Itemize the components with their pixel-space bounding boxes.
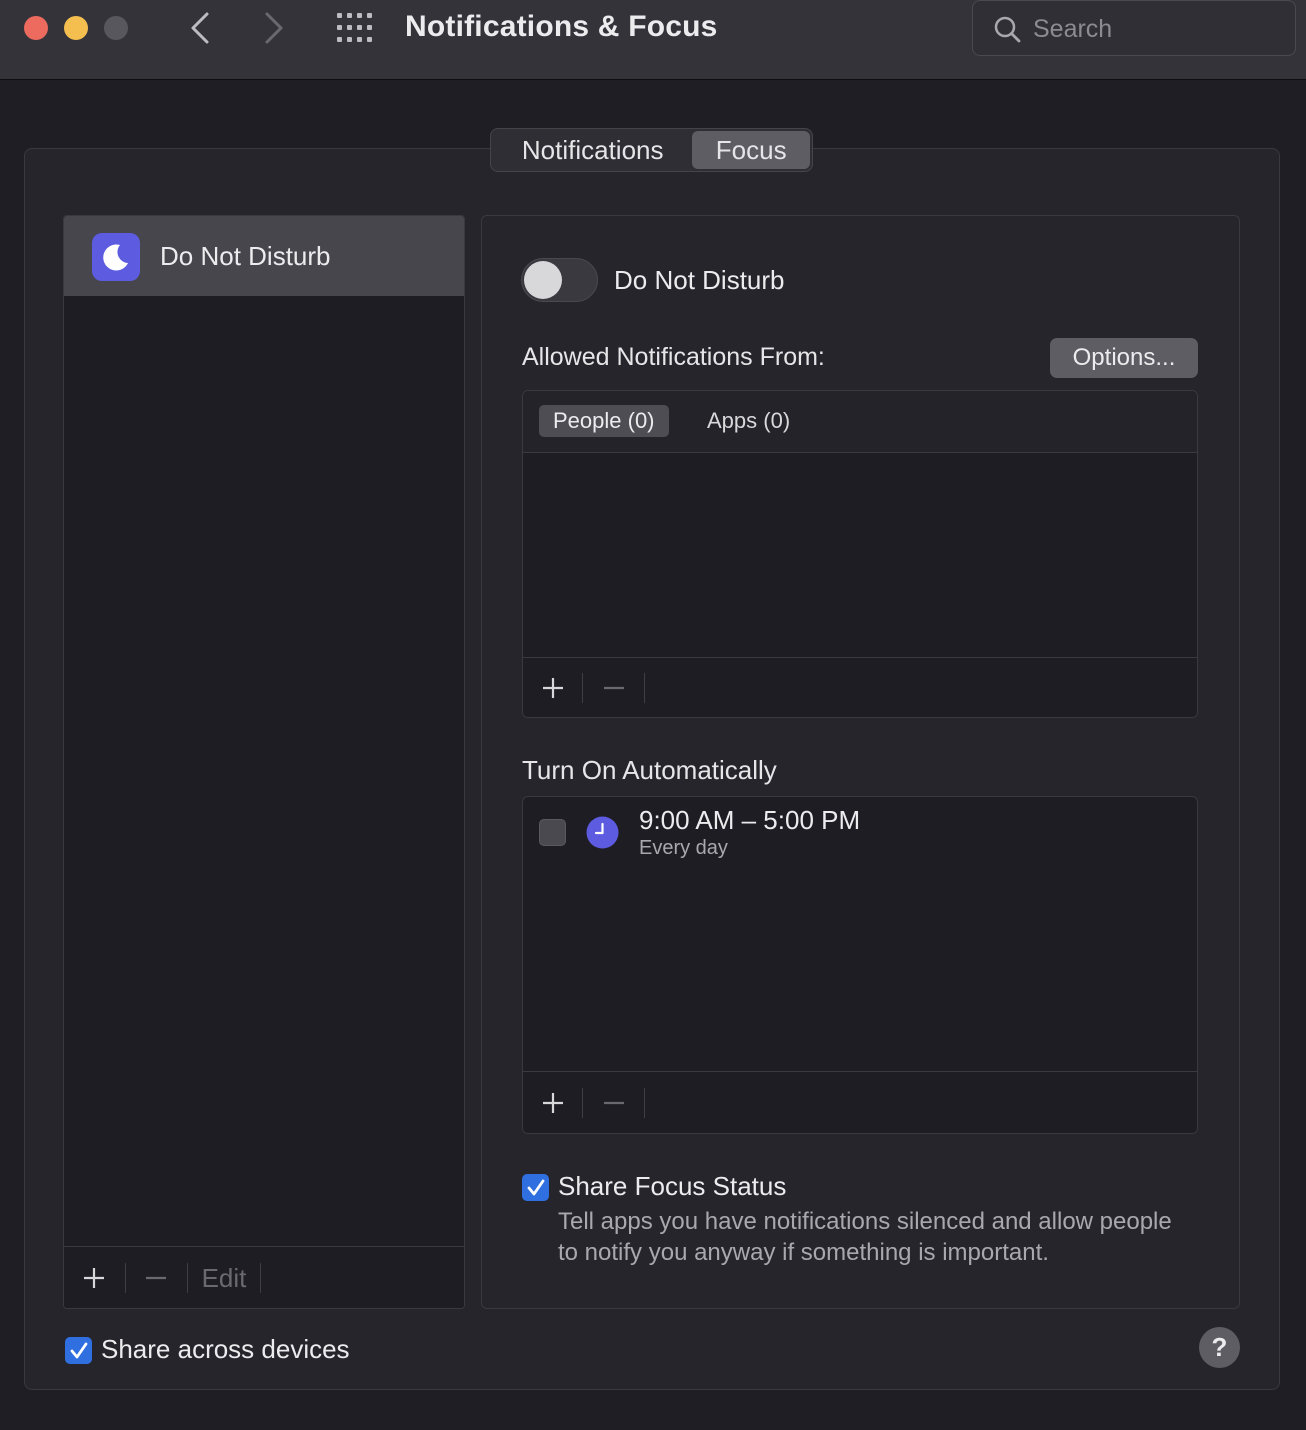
- add-focus-button[interactable]: [80, 1261, 108, 1295]
- toggle-knob: [524, 261, 562, 299]
- options-button[interactable]: Options...: [1050, 338, 1198, 378]
- allowed-list-footer: [523, 657, 1197, 717]
- show-all-preferences-button[interactable]: [336, 12, 376, 44]
- plus-icon: [543, 1093, 563, 1113]
- schedule-time: 9:00 AM – 5:00 PM: [639, 805, 861, 835]
- minus-icon: [146, 1276, 166, 1280]
- remove-allowed-button[interactable]: [600, 671, 628, 705]
- divider: [260, 1263, 261, 1293]
- search-icon: [994, 16, 1021, 43]
- minus-icon: [604, 1101, 624, 1105]
- close-window-button[interactable]: [24, 16, 48, 40]
- allowed-notifications-list: People (0) Apps (0): [522, 390, 1198, 718]
- tab-people[interactable]: People (0): [539, 405, 669, 437]
- edit-focus-button[interactable]: Edit: [200, 1261, 248, 1295]
- checkmark-icon: [70, 1342, 87, 1358]
- share-across-devices-checkbox[interactable]: [65, 1337, 92, 1364]
- schedule-repeat: Every day: [639, 837, 728, 859]
- share-focus-status-label: Share Focus Status: [558, 1171, 787, 1201]
- checkmark-icon: [527, 1179, 544, 1195]
- divider: [582, 673, 583, 703]
- help-button[interactable]: ?: [1199, 1327, 1240, 1368]
- toggle-label: Do Not Disturb: [614, 265, 785, 295]
- tab-apps[interactable]: Apps (0): [693, 405, 804, 437]
- remove-focus-button[interactable]: [142, 1261, 170, 1295]
- grid-icon: [337, 13, 372, 42]
- automation-list: 9:00 AM – 5:00 PM Every day: [522, 796, 1198, 1134]
- share-across-devices-label: Share across devices: [101, 1334, 350, 1364]
- do-not-disturb-toggle[interactable]: [521, 258, 598, 302]
- search-input[interactable]: [1033, 11, 1283, 47]
- add-automation-button[interactable]: [539, 1086, 567, 1120]
- title-bar: Notifications & Focus: [0, 0, 1306, 80]
- plus-icon: [543, 678, 563, 698]
- schedule-checkbox[interactable]: [539, 819, 566, 846]
- share-focus-status-checkbox[interactable]: [522, 1174, 549, 1201]
- chevron-left-icon: [191, 12, 209, 44]
- search-field[interactable]: [972, 0, 1296, 56]
- window-title: Notifications & Focus: [405, 10, 718, 43]
- allowed-notifications-label: Allowed Notifications From:: [522, 343, 825, 371]
- sidebar-footer: Edit: [64, 1246, 464, 1308]
- turn-on-automatically-label: Turn On Automatically: [522, 755, 777, 785]
- forward-button[interactable]: [256, 10, 292, 46]
- clock-icon: [586, 816, 619, 849]
- focus-list: Do Not Disturb Edit: [63, 215, 465, 1309]
- tab-bar: Notifications Focus: [490, 128, 813, 172]
- chevron-right-icon: [265, 12, 283, 44]
- allowed-tabs: People (0) Apps (0): [523, 391, 1197, 453]
- divider: [644, 1088, 645, 1118]
- tab-focus[interactable]: Focus: [692, 131, 810, 169]
- divider: [125, 1263, 126, 1293]
- add-allowed-button[interactable]: [539, 671, 567, 705]
- minus-icon: [604, 686, 624, 690]
- divider: [644, 673, 645, 703]
- tab-notifications[interactable]: Notifications: [493, 131, 692, 169]
- share-focus-status-description: Tell apps you have notifications silence…: [558, 1208, 1172, 1266]
- back-button[interactable]: [182, 10, 218, 46]
- minimize-window-button[interactable]: [64, 16, 88, 40]
- sidebar-item-do-not-disturb[interactable]: Do Not Disturb: [64, 216, 464, 296]
- zoom-window-button[interactable]: [104, 16, 128, 40]
- remove-automation-button[interactable]: [600, 1086, 628, 1120]
- moon-icon: [92, 233, 140, 281]
- automation-list-footer: [523, 1071, 1197, 1133]
- sidebar-item-label: Do Not Disturb: [160, 241, 331, 271]
- plus-icon: [84, 1268, 104, 1288]
- divider: [187, 1263, 188, 1293]
- divider: [582, 1088, 583, 1118]
